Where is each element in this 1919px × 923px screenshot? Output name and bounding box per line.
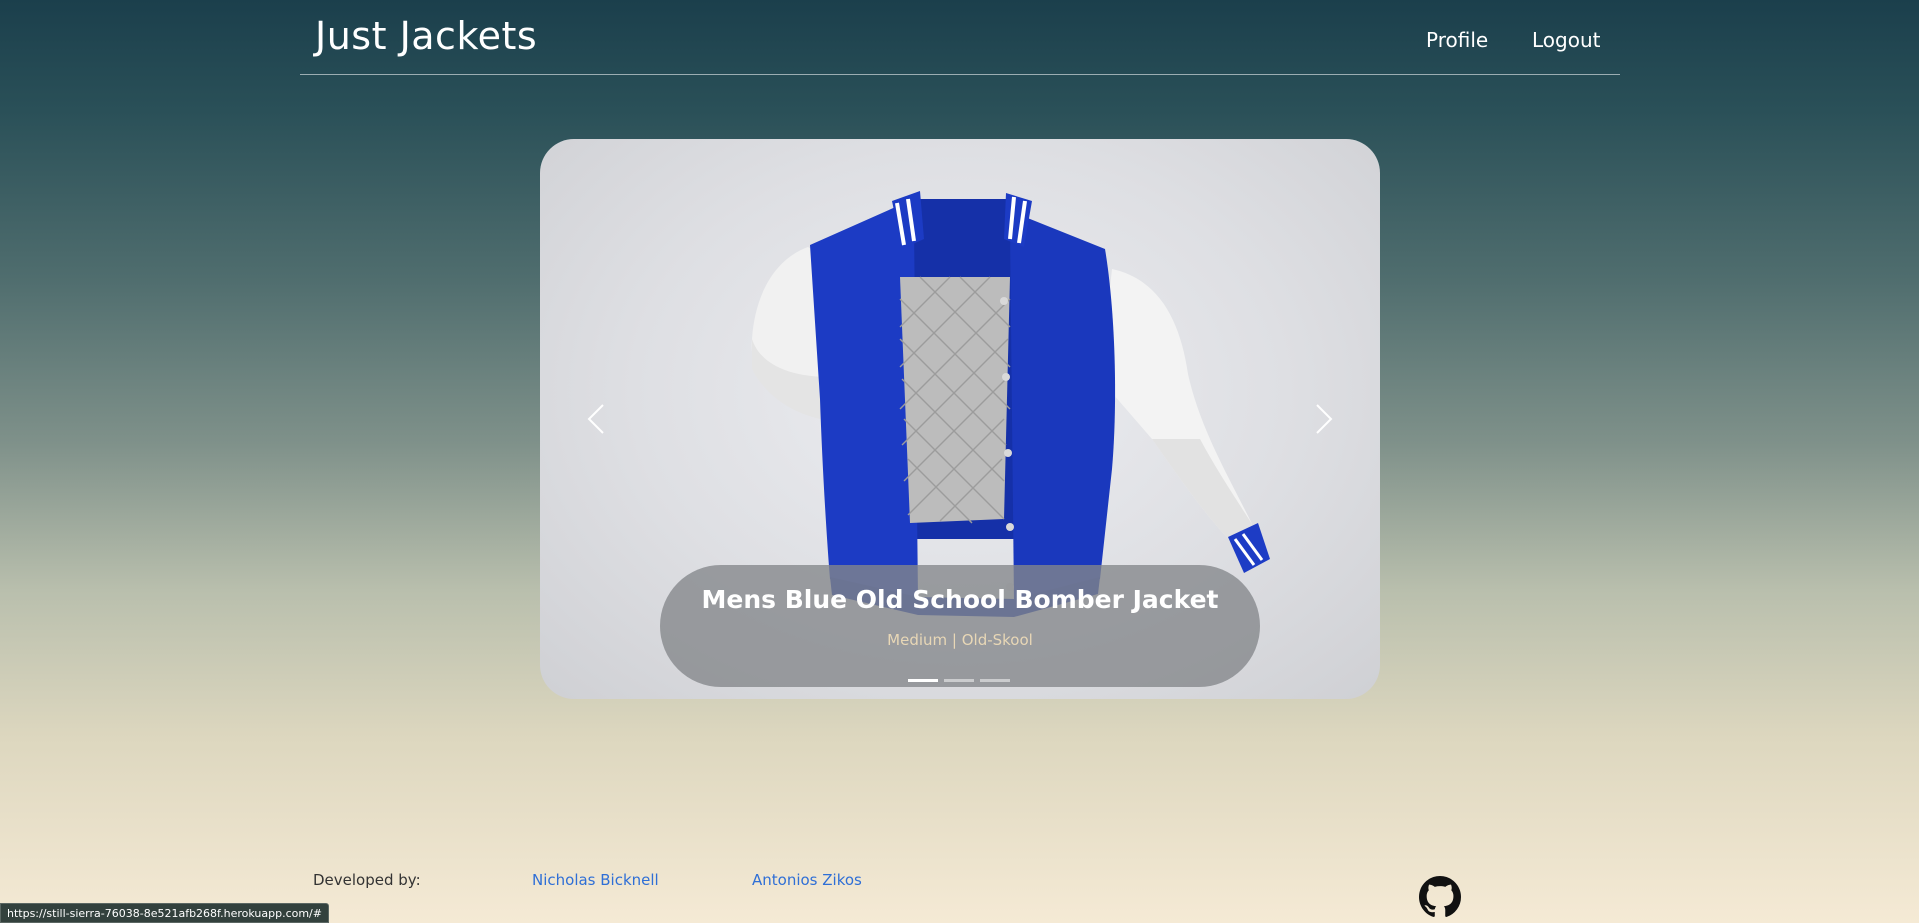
carousel-indicator-3[interactable] bbox=[980, 679, 1010, 682]
nav-profile-link[interactable]: Profile bbox=[1426, 28, 1488, 52]
developer-link-antonios[interactable]: Antonios Zikos bbox=[752, 871, 862, 889]
carousel-indicator-2[interactable] bbox=[944, 679, 974, 682]
carousel-caption: Mens Blue Old School Bomber Jacket Mediu… bbox=[660, 565, 1260, 687]
developer-link-nicholas[interactable]: Nicholas Bicknell bbox=[532, 871, 659, 889]
carousel-next-icon[interactable] bbox=[1305, 389, 1345, 449]
nav-logout-link[interactable]: Logout bbox=[1532, 28, 1600, 52]
product-subtitle: Medium | Old-Skool bbox=[887, 631, 1033, 649]
product-carousel: Mens Blue Old School Bomber Jacket Mediu… bbox=[540, 139, 1380, 699]
footer-developed-by-label: Developed by: bbox=[313, 871, 421, 889]
carousel-indicator-1[interactable] bbox=[908, 679, 938, 682]
carousel-prev-icon[interactable] bbox=[575, 389, 615, 449]
brand-logo[interactable]: Just Jackets bbox=[315, 14, 537, 58]
github-icon[interactable] bbox=[1419, 876, 1461, 918]
product-title: Mens Blue Old School Bomber Jacket bbox=[701, 585, 1219, 614]
browser-status-url: https://still-sierra-76038-8e521afb268f.… bbox=[0, 903, 329, 923]
carousel-indicators bbox=[908, 676, 1018, 686]
site-header: Just Jackets Profile Logout bbox=[300, 0, 1620, 75]
